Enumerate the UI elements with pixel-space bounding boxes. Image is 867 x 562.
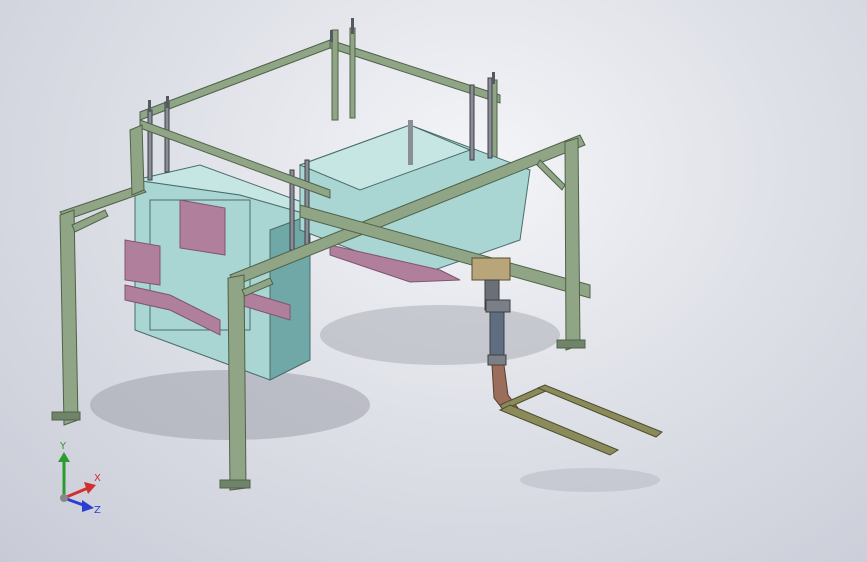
ground-shadow-arm [520, 468, 660, 492]
z-axis-arrow-icon [82, 500, 94, 512]
origin-dot [60, 494, 68, 502]
axis-triad: Y X Z [58, 441, 101, 516]
top-pins [148, 18, 495, 112]
ground-shadow-right [320, 305, 560, 365]
y-axis-label: Y [59, 441, 67, 452]
cad-viewport[interactable]: Y X Z [0, 0, 867, 562]
y-axis-arrow-icon [58, 452, 70, 462]
x-axis-label: X [94, 473, 101, 484]
cad-assembly-model[interactable] [0, 0, 867, 562]
fork-arm [498, 384, 663, 456]
left-panel-module [124, 164, 311, 381]
z-axis-label: Z [94, 505, 101, 516]
